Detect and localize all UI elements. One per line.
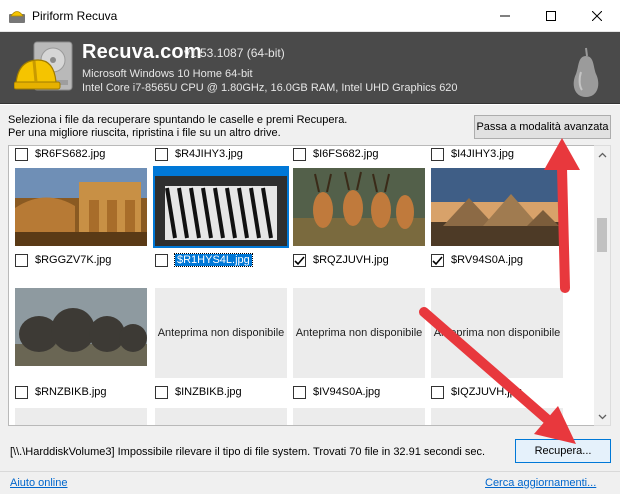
- footer-bar: Aiuto online Cerca aggiornamenti...: [0, 471, 620, 494]
- file-checkbox-checked[interactable]: [293, 253, 306, 267]
- maximize-icon: [546, 11, 556, 21]
- file-name: $RNZBIKB.jpg: [35, 386, 107, 398]
- file-checkbox[interactable]: [155, 147, 168, 161]
- file-checkbox[interactable]: [15, 253, 28, 267]
- os-info: Microsoft Windows 10 Home 64-bit: [82, 68, 253, 80]
- file-checkbox[interactable]: [431, 147, 444, 161]
- file-item-partial[interactable]: [431, 408, 563, 425]
- recuva-app-icon: [9, 11, 25, 23]
- online-help-link[interactable]: Aiuto online: [10, 477, 68, 489]
- file-checkbox-checked[interactable]: [431, 253, 444, 267]
- instruction-line-1: Seleziona i file da recuperare spuntando…: [8, 114, 348, 126]
- file-name: $R6FS682.jpg: [35, 148, 106, 160]
- minimize-button[interactable]: [482, 0, 528, 32]
- file-checkbox[interactable]: [293, 147, 306, 161]
- recover-button[interactable]: Recupera...: [515, 439, 611, 463]
- file-name: $RQZJUVH.jpg: [313, 254, 389, 266]
- checkmark-icon: [294, 255, 305, 265]
- check-updates-link[interactable]: Cerca aggiornamenti...: [485, 477, 596, 489]
- thumbnail-zebras[interactable]: [153, 166, 289, 248]
- file-item-partial[interactable]: [293, 408, 425, 425]
- file-name: $INZBIKB.jpg: [175, 386, 242, 398]
- file-checkbox[interactable]: [155, 253, 168, 267]
- thumbnail-gazelles[interactable]: [293, 168, 425, 246]
- file-item-partial[interactable]: [15, 408, 147, 425]
- vertical-scrollbar[interactable]: [594, 145, 611, 426]
- file-thumbnail-grid[interactable]: $R6FS682.jpg $R4JIHY3.jpg $I6FS682.jpg $…: [8, 145, 595, 426]
- file-checkbox[interactable]: [431, 385, 444, 399]
- file-name: $I6FS682.jpg: [313, 148, 379, 160]
- no-preview-placeholder[interactable]: Anteprima non disponibile: [293, 288, 425, 378]
- file-checkbox[interactable]: [155, 385, 168, 399]
- file-item-partial[interactable]: [155, 408, 287, 425]
- thumbnail-elephants[interactable]: [15, 288, 147, 366]
- thumbnail-desert-temple[interactable]: [15, 168, 147, 246]
- header-banner: Recuva.com v1.53.1087 (64-bit) Microsoft…: [0, 32, 620, 104]
- close-button[interactable]: [574, 0, 620, 32]
- file-name: $IV94S0A.jpg: [313, 386, 381, 398]
- file-name: $I4JIHY3.jpg: [451, 148, 514, 160]
- window-title: Piriform Recuva: [32, 9, 118, 23]
- file-name: $RV94S0A.jpg: [451, 254, 523, 266]
- piriform-pear-logo: [573, 47, 599, 97]
- checkmark-icon: [432, 255, 443, 265]
- maximize-button[interactable]: [528, 0, 574, 32]
- chevron-up-icon: [598, 152, 607, 157]
- file-name-selected: $R1HYS4L.jpg: [174, 253, 253, 267]
- chevron-down-icon: [598, 414, 607, 419]
- file-checkbox[interactable]: [15, 385, 28, 399]
- hardware-info: Intel Core i7-8565U CPU @ 1.80GHz, 16.0G…: [82, 82, 458, 94]
- file-name: $IQZJUVH.jpg: [451, 386, 522, 398]
- no-preview-placeholder[interactable]: Anteprima non disponibile: [155, 288, 287, 378]
- no-preview-placeholder[interactable]: Anteprima non disponibile: [431, 288, 563, 378]
- version-label: v1.53.1087 (64-bit): [184, 46, 285, 60]
- scrollbar-thumb[interactable]: [597, 218, 607, 252]
- main-panel: Seleziona i file da recuperare spuntando…: [0, 105, 620, 471]
- minimize-icon: [500, 15, 510, 17]
- scroll-up-button[interactable]: [594, 146, 611, 163]
- instruction-line-2: Per una migliore riuscita, ripristina i …: [8, 127, 281, 139]
- file-checkbox[interactable]: [293, 385, 306, 399]
- advanced-mode-button[interactable]: Passa a modalità avanzata: [474, 115, 611, 139]
- title-bar: Piriform Recuva: [0, 0, 620, 32]
- status-message: [\\.\HarddiskVolume3] Impossibile rileva…: [10, 446, 486, 458]
- file-name: $R4JIHY3.jpg: [175, 148, 243, 160]
- thumbnail-pyramids[interactable]: [431, 168, 563, 246]
- file-checkbox[interactable]: [15, 147, 28, 161]
- scroll-down-button[interactable]: [594, 408, 611, 425]
- close-icon: [592, 11, 602, 21]
- hard-drive-helmet-logo: [14, 41, 73, 91]
- file-name: $RGGZV7K.jpg: [35, 254, 112, 266]
